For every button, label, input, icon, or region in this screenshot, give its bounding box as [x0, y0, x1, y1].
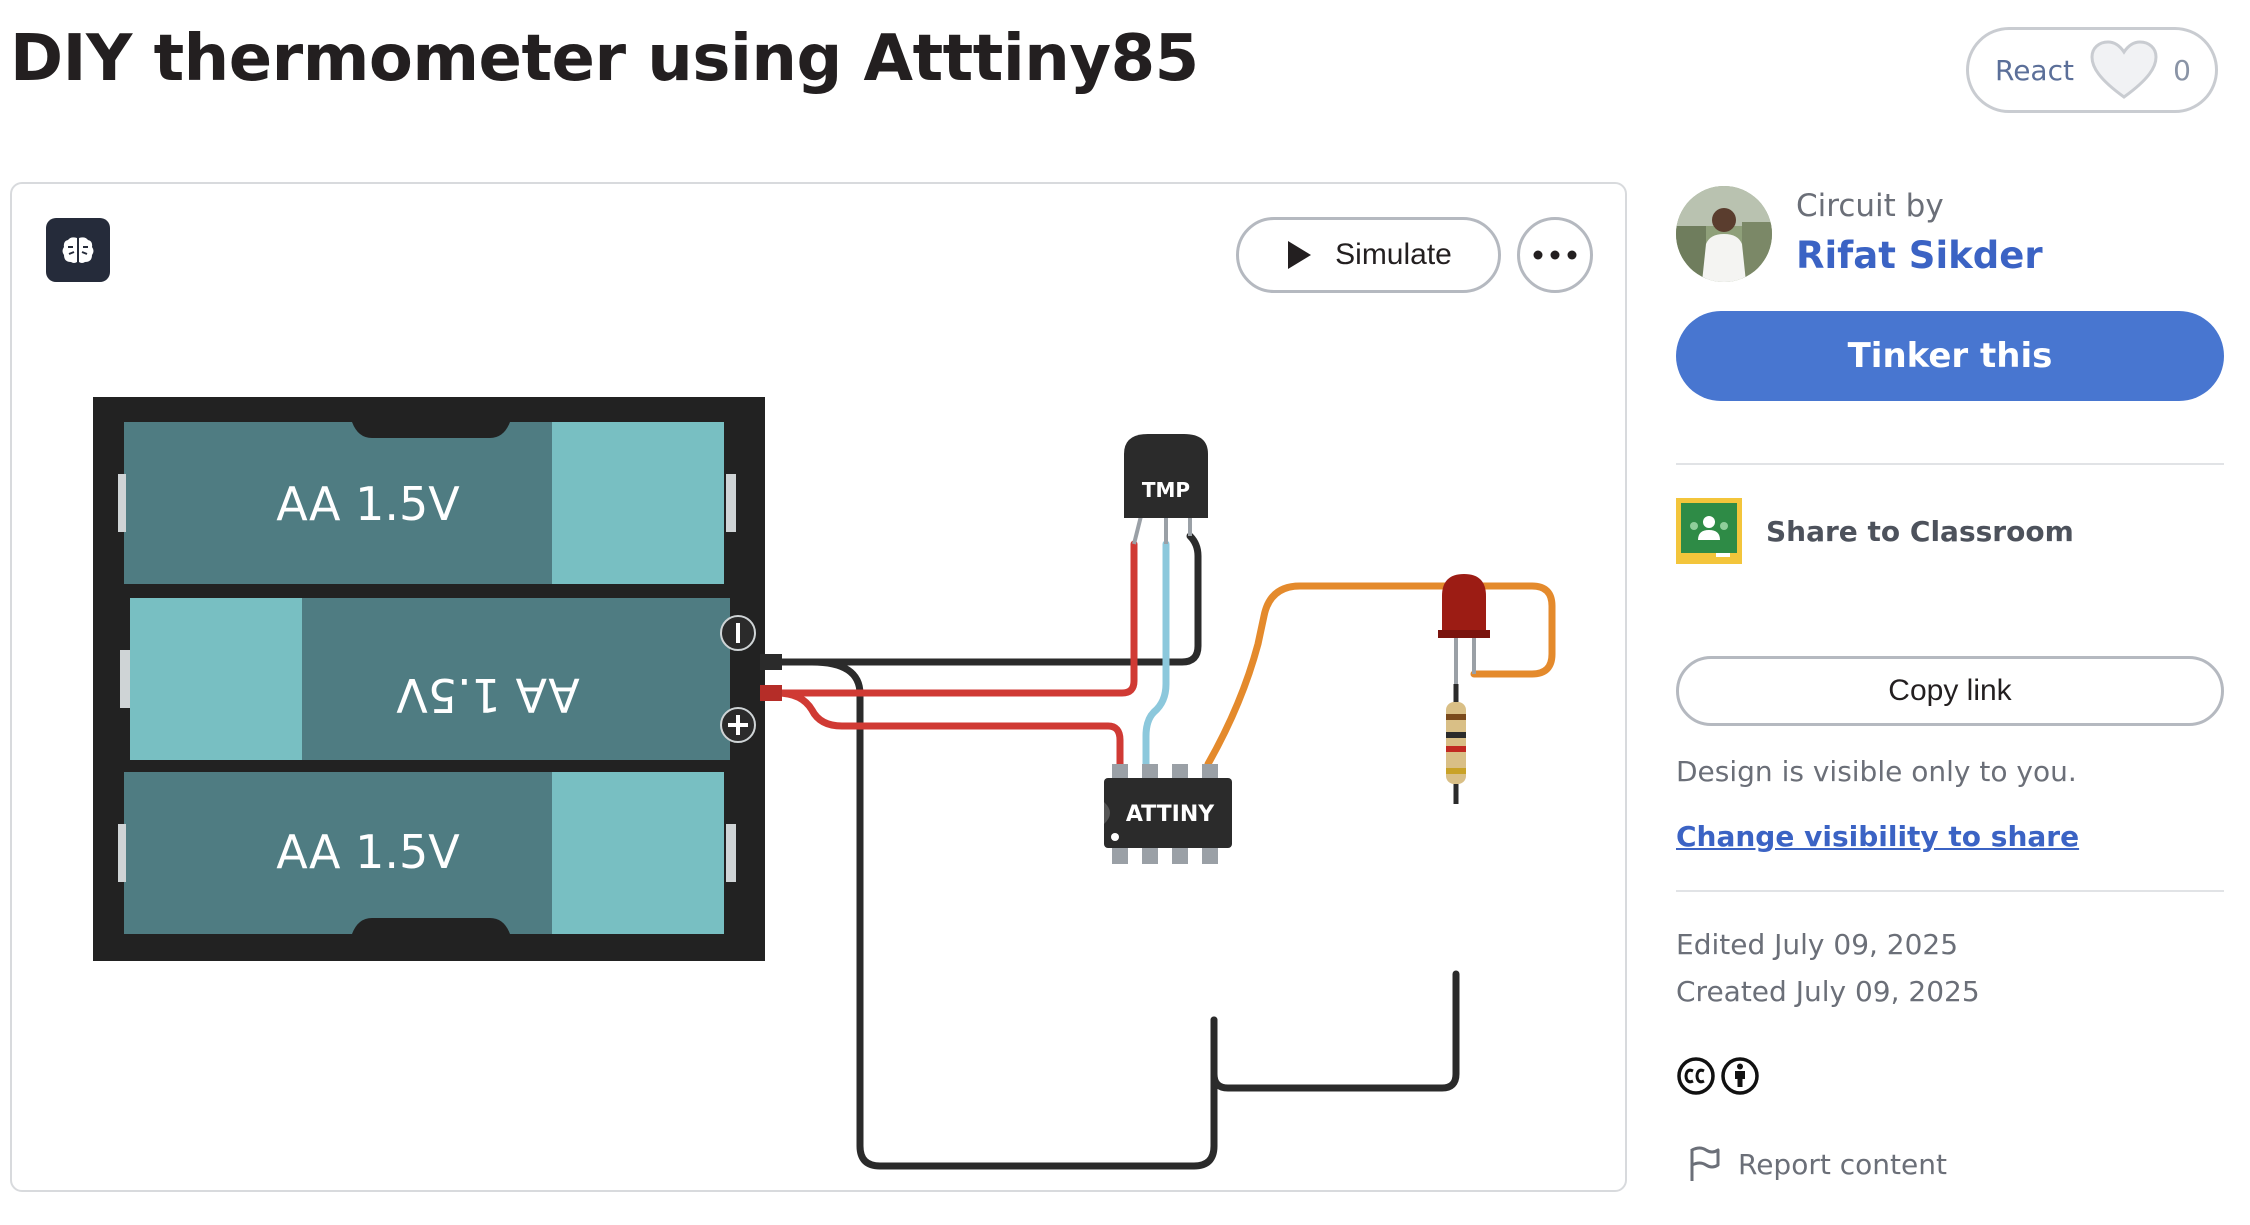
author-link[interactable]: Rifat Sikder	[1796, 234, 2043, 277]
react-count: 0	[2173, 53, 2191, 87]
react-button[interactable]: React 0	[1966, 27, 2218, 113]
copy-link-button[interactable]: Copy link	[1676, 656, 2224, 726]
wire-blue[interactable]	[1142, 540, 1170, 768]
circuit-diagram[interactable]: AA 1.5V AA 1.5V AA 1.5V TMP ATTINY	[12, 184, 1627, 1192]
circuit-by-label: Circuit by	[1796, 188, 1944, 224]
edited-date: Edited July 09, 2025	[1676, 928, 1959, 961]
more-options-button[interactable]	[1517, 217, 1593, 293]
battery-pack[interactable]: AA 1.5V AA 1.5V AA 1.5V	[93, 397, 765, 961]
wire-orange[interactable]	[1204, 582, 1556, 768]
report-content-button[interactable]: Report content	[1688, 1145, 1947, 1183]
ai-assistant-button[interactable]	[46, 218, 110, 282]
play-icon	[1288, 241, 1312, 269]
share-to-classroom-label: Share to Classroom	[1766, 514, 2074, 548]
wire-red[interactable]	[760, 540, 1138, 768]
attiny-chip[interactable]: ATTINY	[1104, 764, 1232, 864]
temperature-sensor[interactable]: TMP	[1124, 434, 1208, 545]
author-photo	[1676, 186, 1772, 282]
circuit-canvas[interactable]: AA 1.5V AA 1.5V AA 1.5V TMP ATTINY Simul…	[10, 182, 1627, 1192]
led[interactable]	[1438, 574, 1490, 684]
wire-black[interactable]	[760, 532, 1460, 1170]
brain-icon	[62, 237, 94, 263]
google-classroom-icon	[1676, 498, 1742, 564]
created-date: Created July 09, 2025	[1676, 975, 1980, 1008]
positive-terminal-icon	[720, 707, 756, 743]
license-icons[interactable]	[1676, 1056, 1760, 1096]
more-horizontal-icon	[1533, 250, 1577, 260]
creative-commons-icon	[1677, 1057, 1715, 1095]
simulate-button[interactable]: Simulate	[1236, 217, 1501, 293]
avatar[interactable]	[1676, 186, 1772, 282]
divider	[1676, 890, 2224, 892]
divider	[1676, 463, 2224, 465]
visibility-note: Design is visible only to you.	[1676, 755, 2077, 788]
chip-label: ATTINY	[1126, 802, 1215, 827]
battery-label: AA 1.5V	[396, 668, 580, 722]
attribution-icon	[1721, 1057, 1759, 1095]
simulate-label: Simulate	[1335, 238, 1452, 271]
negative-terminal-icon	[720, 615, 756, 651]
report-content-label: Report content	[1738, 1147, 1947, 1181]
react-label: React	[1995, 53, 2074, 87]
resistor[interactable]	[1446, 684, 1466, 804]
battery-label: AA 1.5V	[276, 477, 460, 531]
heart-icon	[2090, 40, 2158, 99]
flag-icon	[1690, 1146, 1720, 1181]
tinker-this-button[interactable]: Tinker this	[1676, 311, 2224, 401]
sensor-label: TMP	[1142, 478, 1190, 502]
page-title: DIY thermometer using Atttiny85	[10, 22, 1199, 96]
share-to-classroom-button[interactable]: Share to Classroom	[1676, 498, 2074, 564]
change-visibility-link[interactable]: Change visibility to share	[1676, 820, 2079, 853]
battery-label: AA 1.5V	[276, 825, 460, 879]
